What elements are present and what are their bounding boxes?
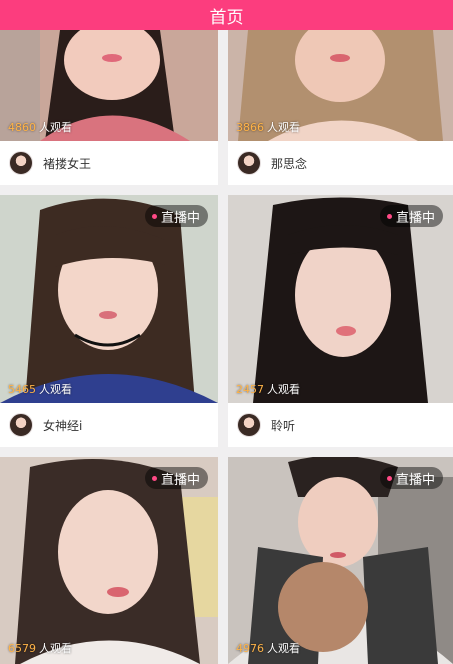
viewer-count: 3866 人观看 <box>236 121 300 134</box>
live-room-card[interactable]: 直播中 2457 人观看 聆听 <box>228 195 453 447</box>
live-badge: 直播中 <box>379 205 443 227</box>
viewer-count: 4860 人观看 <box>8 121 72 134</box>
live-room-card[interactable]: 直播中 4976 人观看 <box>228 457 453 664</box>
streamer-name: 褚搂女王 <box>43 156 92 171</box>
viewer-count: 6579 人观看 <box>8 642 72 655</box>
live-dot-icon <box>151 475 157 481</box>
live-dot-icon <box>151 213 157 219</box>
streamer-info: 聆听 <box>228 403 453 447</box>
viewer-count: 4976 人观看 <box>236 642 300 655</box>
live-dot-icon <box>386 213 392 219</box>
live-dot-icon <box>386 475 392 481</box>
streamer-info: 那思念 <box>228 141 453 185</box>
live-badge: 直播中 <box>379 467 443 489</box>
live-room-card[interactable]: 4860 人观看 褚搂女王 <box>0 30 218 185</box>
streamer-info: 褚搂女王 <box>0 141 218 185</box>
streamer-avatar <box>237 151 261 175</box>
live-badge: 直播中 <box>144 467 208 489</box>
live-room-card[interactable]: 直播中 6579 人观看 <box>0 457 218 664</box>
viewer-count: 5465 人观看 <box>8 383 72 396</box>
live-badge: 直播中 <box>144 205 208 227</box>
streamer-name: 聆听 <box>271 418 296 433</box>
live-room-grid: 4860 人观看 褚搂女王 3866 人观看 那思念 直播中 5465 人观看 … <box>0 30 453 664</box>
streamer-info: 女神经i <box>0 403 218 447</box>
live-room-card[interactable]: 3866 人观看 那思念 <box>228 30 453 185</box>
live-room-card[interactable]: 直播中 5465 人观看 女神经i <box>0 195 218 447</box>
top-bar: 首页 <box>0 0 453 30</box>
streamer-name: 那思念 <box>271 156 308 171</box>
streamer-name: 女神经i <box>43 418 83 433</box>
page-title: 首页 <box>209 7 244 28</box>
streamer-avatar <box>237 413 261 437</box>
streamer-avatar <box>9 413 33 437</box>
streamer-avatar <box>9 151 33 175</box>
viewer-count: 2457 人观看 <box>236 383 300 396</box>
